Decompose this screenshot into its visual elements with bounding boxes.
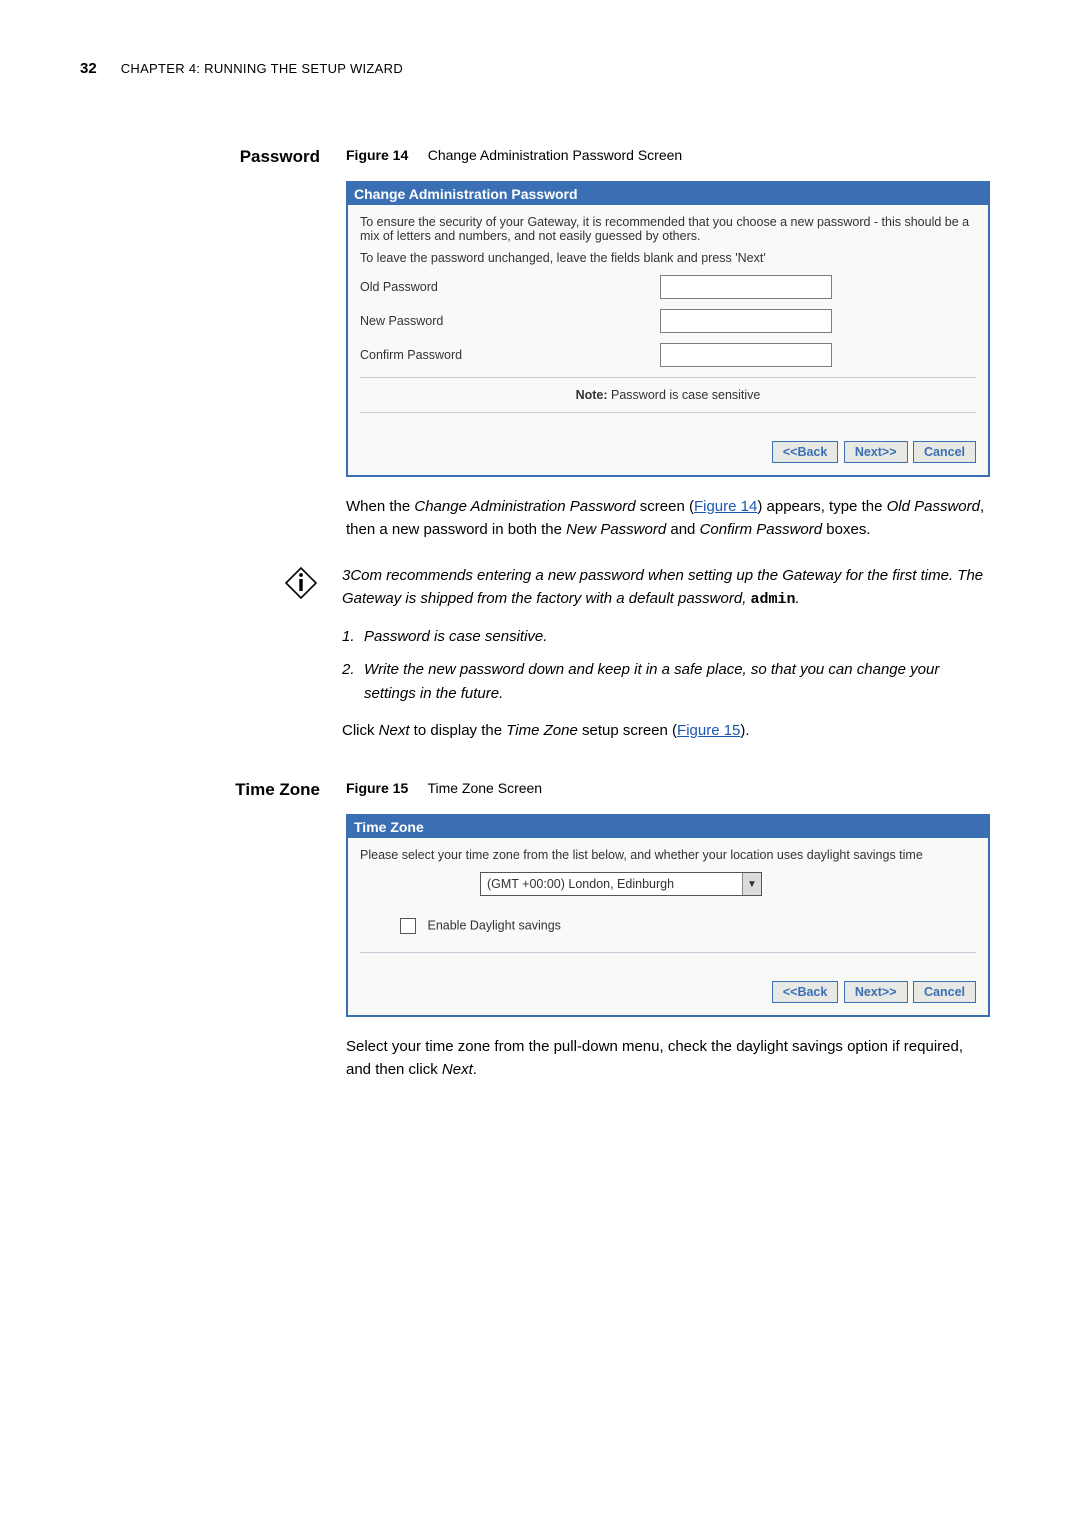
figure-title: Time Zone Screen <box>427 780 542 796</box>
panel-intro-text: To ensure the security of your Gateway, … <box>360 215 976 243</box>
old-password-label: Old Password <box>360 280 660 294</box>
back-button[interactable]: <<Back <box>772 981 838 1003</box>
info-paragraph: 3Com recommends entering a new password … <box>342 564 990 612</box>
note-text: Password is case sensitive <box>608 388 761 402</box>
figure-label: Figure 15 <box>346 780 408 796</box>
chapter-title: CHAPTER 4: RUNNING THE SETUP WIZARD <box>121 61 403 76</box>
figure-caption-15: Figure 15 Time Zone Screen <box>346 780 990 796</box>
new-password-label: New Password <box>360 314 660 328</box>
page-number: 32 <box>80 60 97 77</box>
confirm-password-input[interactable] <box>660 343 832 367</box>
list-item: Password is case sensitive. <box>364 625 547 648</box>
change-password-panel: Change Administration Password To ensure… <box>346 181 990 477</box>
password-paragraph: When the Change Administration Password … <box>346 495 990 542</box>
figure-label: Figure 14 <box>346 147 408 163</box>
section-heading-password: Password <box>40 147 346 167</box>
timezone-closing-paragraph: Select your time zone from the pull-down… <box>346 1035 990 1082</box>
panel-secondary-text: To leave the password unchanged, leave t… <box>360 251 976 265</box>
timezone-panel: Time Zone Please select your time zone f… <box>346 814 990 1017</box>
chevron-down-icon: ▼ <box>742 873 761 895</box>
note-strong: Note: <box>576 388 608 402</box>
timezone-selected-value: (GMT +00:00) London, Edinburgh <box>481 877 742 891</box>
figure-caption-14: Figure 14 Change Administration Password… <box>346 147 990 163</box>
password-closing-paragraph: Click Next to display the Time Zone setu… <box>342 719 990 742</box>
figure-title: Change Administration Password Screen <box>428 147 682 163</box>
panel-title: Time Zone <box>348 816 988 838</box>
daylight-savings-label: Enable Daylight savings <box>427 918 560 932</box>
numbered-list: 1. Password is case sensitive. 2. Write … <box>342 625 990 705</box>
figure-15-link[interactable]: Figure 15 <box>677 722 740 739</box>
panel-title: Change Administration Password <box>348 183 988 205</box>
next-button[interactable]: Next>> <box>844 981 908 1003</box>
back-button[interactable]: <<Back <box>772 441 838 463</box>
timezone-select[interactable]: (GMT +00:00) London, Edinburgh ▼ <box>480 872 762 896</box>
new-password-input[interactable] <box>660 309 832 333</box>
cancel-button[interactable]: Cancel <box>913 441 976 463</box>
daylight-savings-checkbox[interactable] <box>400 918 416 934</box>
page-header: 32 CHAPTER 4: RUNNING THE SETUP WIZARD <box>40 60 990 77</box>
password-note: Note: Password is case sensitive <box>360 388 976 402</box>
cancel-button[interactable]: Cancel <box>913 981 976 1003</box>
confirm-password-label: Confirm Password <box>360 348 660 362</box>
section-heading-timezone: Time Zone <box>40 780 346 800</box>
info-icon <box>282 564 320 602</box>
list-item: Write the new password down and keep it … <box>364 658 990 705</box>
next-button[interactable]: Next>> <box>844 441 908 463</box>
old-password-input[interactable] <box>660 275 832 299</box>
timezone-intro: Please select your time zone from the li… <box>360 848 976 862</box>
figure-14-link[interactable]: Figure 14 <box>694 498 757 515</box>
